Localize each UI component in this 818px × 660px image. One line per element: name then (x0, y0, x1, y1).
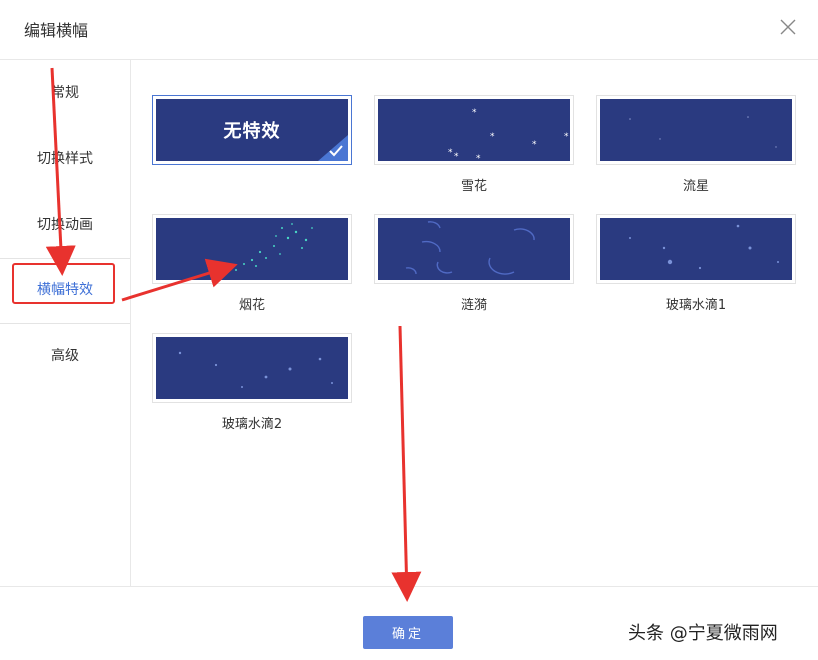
effect-card-snow[interactable]: * * * * * * * 雪花 (374, 95, 574, 195)
dialog-header: 编辑横幅 (0, 0, 818, 60)
effect-card-none[interactable]: 无特效 (152, 95, 352, 195)
ripple-pattern (405, 221, 535, 275)
sidebar-item-advanced[interactable]: 高级 (0, 323, 130, 389)
effect-card-glass-drops-1[interactable]: 玻璃水滴1 (596, 214, 796, 314)
sidebar-item-general[interactable]: 常规 (0, 60, 130, 126)
watermark: 头条 @宁夏微雨网 (628, 623, 778, 644)
effect-card-glass-drops-2[interactable]: 玻璃水滴2 (152, 333, 352, 433)
fireworks-pattern (235, 223, 313, 271)
snow-pattern: *** **** (448, 108, 569, 161)
effect-thumbnail[interactable]: 无特效 (152, 95, 352, 165)
svg-text:*: * (564, 132, 569, 142)
effect-label: 涟漪 (460, 298, 487, 313)
effect-thumbnail[interactable] (596, 214, 796, 284)
svg-text:*: * (448, 148, 453, 158)
effect-card-ripple[interactable]: 涟漪 (374, 214, 574, 314)
svg-text:*: * (472, 108, 477, 118)
dialog-footer: 确定 头条 @宁夏微雨网 (0, 586, 818, 660)
effect-thumbnail[interactable]: * * * * * * * (374, 95, 574, 165)
effects-grid: 无特效 * * * * * * * 雪花 流星 烟花 涟漪 玻璃水滴1 玻璃水滴… (131, 60, 818, 586)
check-icon (318, 135, 348, 161)
effect-thumbnail[interactable] (374, 214, 574, 284)
close-icon[interactable] (778, 17, 798, 37)
svg-text:*: * (476, 154, 481, 161)
effect-thumbnail[interactable] (596, 95, 796, 165)
sidebar-item-switch-animation[interactable]: 切换动画 (0, 192, 130, 259)
dialog-title: 编辑横幅 (24, 21, 89, 40)
svg-text:*: * (454, 152, 459, 161)
effect-label: 玻璃水滴1 (665, 298, 727, 313)
effect-label: 雪花 (460, 179, 487, 194)
svg-text:*: * (532, 140, 537, 150)
effect-label: 流星 (682, 179, 709, 194)
meteor-pattern (629, 116, 777, 148)
annotation-highlight-box (12, 263, 115, 304)
effect-label: 烟花 (238, 298, 265, 313)
effect-card-fireworks[interactable]: 烟花 (152, 214, 352, 314)
effect-label: 玻璃水滴2 (221, 417, 283, 432)
glass-drops-pattern (178, 351, 333, 388)
sidebar-item-switch-style[interactable]: 切换样式 (0, 126, 130, 192)
svg-text:*: * (490, 132, 495, 142)
effect-thumbnail[interactable] (152, 333, 352, 403)
confirm-button[interactable]: 确定 (363, 616, 453, 649)
glass-drops-pattern (629, 224, 779, 270)
effect-thumbnail[interactable] (152, 214, 352, 284)
sidebar: 常规 切换样式 切换动画 横幅特效 高级 (0, 60, 131, 586)
effect-card-meteor[interactable]: 流星 (596, 95, 796, 195)
effect-label (152, 179, 352, 195)
